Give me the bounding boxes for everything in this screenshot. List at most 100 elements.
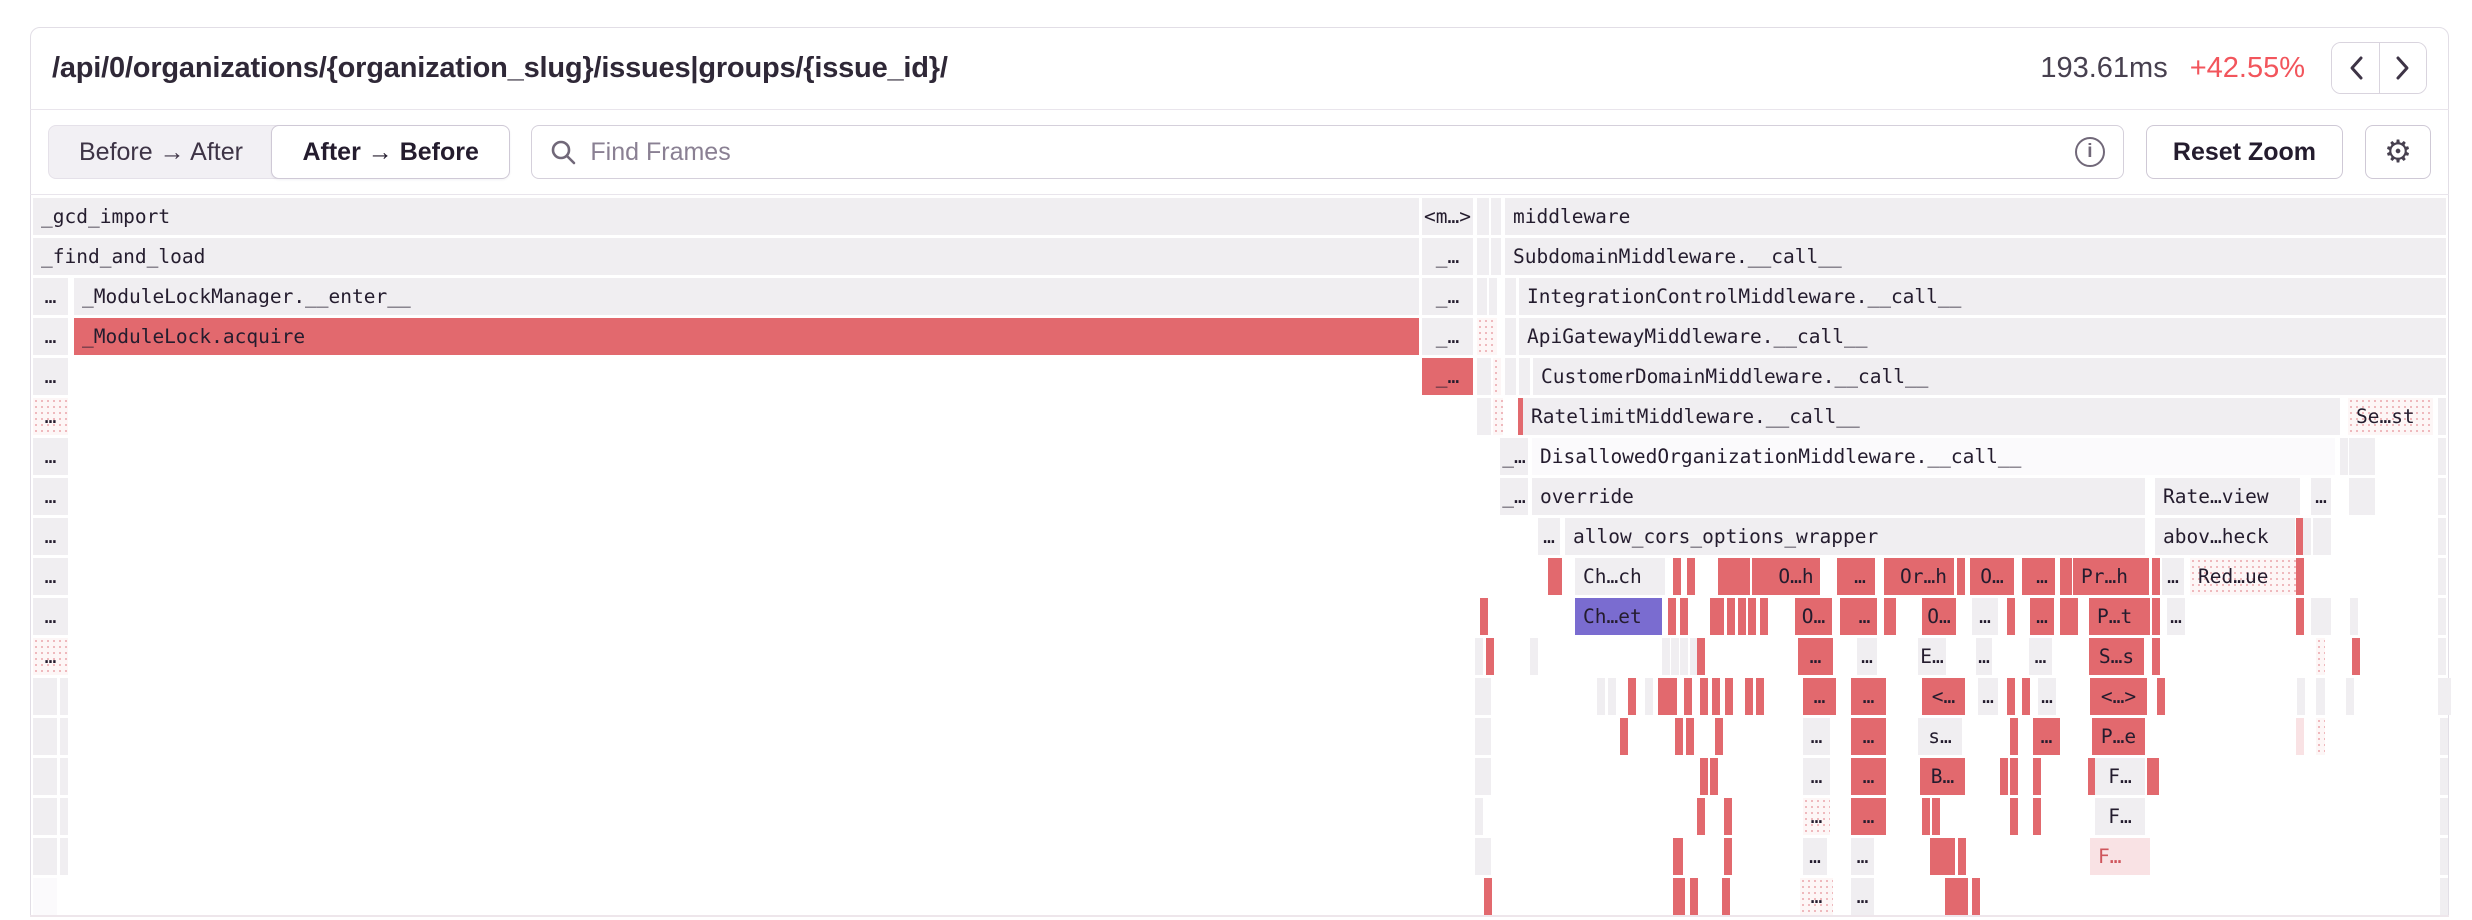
flamegraph-frame[interactable]: … <box>1798 638 1833 675</box>
flamegraph-frame[interactable] <box>2438 398 2446 435</box>
flamegraph-frame[interactable]: E… <box>1918 638 1946 675</box>
flamegraph-frame[interactable] <box>1597 678 1605 715</box>
flamegraph-frame[interactable]: … <box>2030 598 2054 635</box>
flamegraph-frame[interactable] <box>1671 638 1679 675</box>
flamegraph-frame[interactable]: … <box>1851 798 1886 835</box>
flamegraph-frame[interactable]: … <box>2033 718 2060 755</box>
flamegraph-frame[interactable]: P…e <box>2092 718 2145 755</box>
flamegraph-frame[interactable] <box>1493 358 1501 395</box>
flamegraph-frame[interactable]: Ch…ch <box>1575 558 1665 595</box>
flamegraph-frame[interactable] <box>2438 438 2446 475</box>
flamegraph-frame[interactable]: … <box>33 638 68 675</box>
flamegraph-frame[interactable] <box>2152 558 2160 595</box>
flamegraph-frame[interactable]: … <box>1851 678 1886 715</box>
flamegraph-frame[interactable] <box>60 678 68 715</box>
flamegraph-frame[interactable] <box>2296 598 2304 635</box>
flamegraph-frame[interactable] <box>1505 318 1516 355</box>
flamegraph-frame[interactable] <box>1483 678 1491 715</box>
flamegraph-frame[interactable] <box>1477 318 1497 355</box>
flamegraph-frame[interactable] <box>1748 598 1756 635</box>
flamegraph-frame[interactable] <box>1684 678 1692 715</box>
flamegraph-frame[interactable] <box>2440 878 2448 915</box>
flamegraph-frame[interactable] <box>2438 478 2446 515</box>
flamegraph-frame[interactable] <box>1477 198 1489 235</box>
flamegraph-frame[interactable] <box>2297 678 2305 715</box>
flamegraph-frame[interactable]: … <box>1851 718 1886 755</box>
flamegraph-frame[interactable]: … <box>1851 758 1886 795</box>
flamegraph-frame[interactable] <box>2007 598 2015 635</box>
flamegraph-frame[interactable] <box>2296 558 2304 595</box>
flamegraph-frame[interactable] <box>33 718 57 755</box>
flamegraph-frame[interactable] <box>2022 678 2030 715</box>
flamegraph-frame[interactable] <box>1477 358 1491 395</box>
flamegraph-frame[interactable] <box>2349 438 2375 475</box>
flamegraph-frame[interactable] <box>1475 758 1483 795</box>
flamegraph-frame[interactable] <box>1945 878 1968 915</box>
flamegraph-frame[interactable] <box>1716 598 1724 635</box>
flamegraph-frame[interactable]: … <box>2029 558 2055 595</box>
flamegraph-frame[interactable]: O… <box>1970 558 2014 595</box>
flamegraph-frame[interactable] <box>1620 718 1628 755</box>
flamegraph-frame[interactable] <box>2311 598 2331 635</box>
flamegraph-frame[interactable]: Ch…et <box>1575 598 1662 635</box>
flamegraph-frame[interactable]: abov…heck <box>2155 518 2295 555</box>
flamegraph-frame[interactable]: Or…h <box>1892 558 1954 595</box>
flamegraph-frame[interactable] <box>2152 598 2160 635</box>
flamegraph-frame[interactable] <box>1710 758 1718 795</box>
flamegraph-frame[interactable] <box>1745 678 1753 715</box>
flamegraph-frame[interactable] <box>2443 678 2451 715</box>
flamegraph-frame[interactable]: … <box>33 478 68 515</box>
flamegraph-frame[interactable] <box>1673 878 1685 915</box>
flamegraph-frame[interactable]: … <box>33 598 68 635</box>
flamegraph-frame[interactable] <box>2440 838 2448 875</box>
flamegraph-frame[interactable]: … <box>1803 838 1827 875</box>
flamegraph-frame[interactable] <box>1958 838 1966 875</box>
flamegraph-frame[interactable]: DisallowedOrganizationMiddleware.__call_… <box>1532 438 2335 475</box>
flamegraph-frame[interactable] <box>2440 758 2448 795</box>
flamegraph-frame[interactable] <box>2010 798 2018 835</box>
flamegraph-frame[interactable] <box>1724 798 1732 835</box>
flamegraph-frame[interactable] <box>1922 798 1930 835</box>
flamegraph-frame[interactable] <box>1491 198 1501 235</box>
flamegraph-frame[interactable]: … <box>33 438 68 475</box>
flamegraph-frame[interactable] <box>1697 638 1705 675</box>
flamegraph-frame[interactable]: _… <box>1500 478 1528 515</box>
flamegraph-frame[interactable] <box>1972 878 1980 915</box>
flamegraph-frame[interactable] <box>1726 558 1750 595</box>
flamegraph-frame[interactable]: … <box>1845 558 1875 595</box>
flamegraph-frame[interactable]: … <box>1800 878 1833 915</box>
flamegraph-frame[interactable] <box>1475 638 1483 675</box>
flamegraph-frame[interactable] <box>1483 758 1491 795</box>
flamegraph-frame[interactable] <box>1475 678 1483 715</box>
flamegraph-frame[interactable]: _ModuleLock.acquire <box>74 318 1419 355</box>
flamegraph-frame[interactable]: SubdomainMiddleware.__call__ <box>1505 238 2446 275</box>
flamegraph-frame[interactable] <box>2296 718 2304 755</box>
flamegraph-frame[interactable] <box>1491 238 1501 275</box>
flamegraph-frame[interactable] <box>1505 358 1516 395</box>
flamegraph-frame[interactable]: … <box>33 358 68 395</box>
flamegraph-frame[interactable] <box>2070 598 2078 635</box>
flamegraph-frame[interactable] <box>2157 678 2165 715</box>
flamegraph-frame[interactable]: _… <box>1422 278 1473 315</box>
flamegraph-frame[interactable] <box>60 718 68 755</box>
flamegraph-frame[interactable]: S…s <box>2089 638 2144 675</box>
flamegraph-frame[interactable] <box>1724 838 1732 875</box>
flamegraph-frame[interactable]: … <box>2038 678 2056 715</box>
flamegraph-frame[interactable]: O… <box>1922 598 1956 635</box>
flamegraph-frame[interactable] <box>1764 558 1772 595</box>
flamegraph-frame[interactable]: F… <box>2095 798 2145 835</box>
flamegraph-frame[interactable] <box>2350 598 2358 635</box>
flamegraph-frame[interactable] <box>33 758 57 795</box>
flamegraph-frame[interactable] <box>2313 518 2331 555</box>
flamegraph-frame[interactable]: _… <box>1422 318 1473 355</box>
flamegraph-frame[interactable]: … <box>1976 638 1992 675</box>
flamegraph-frame[interactable] <box>2152 638 2160 675</box>
flamegraph-frame[interactable] <box>2316 678 2325 715</box>
flamegraph-frame[interactable] <box>1484 878 1492 915</box>
flamegraph-frame[interactable] <box>1722 878 1730 915</box>
flamegraph-frame[interactable]: <… <box>1922 678 1965 715</box>
flamegraph-frame[interactable] <box>1530 638 1538 675</box>
flamegraph-frame[interactable] <box>1477 398 1491 435</box>
flamegraph-frame[interactable] <box>1760 598 1768 635</box>
flamegraph-frame[interactable]: … <box>33 558 68 595</box>
